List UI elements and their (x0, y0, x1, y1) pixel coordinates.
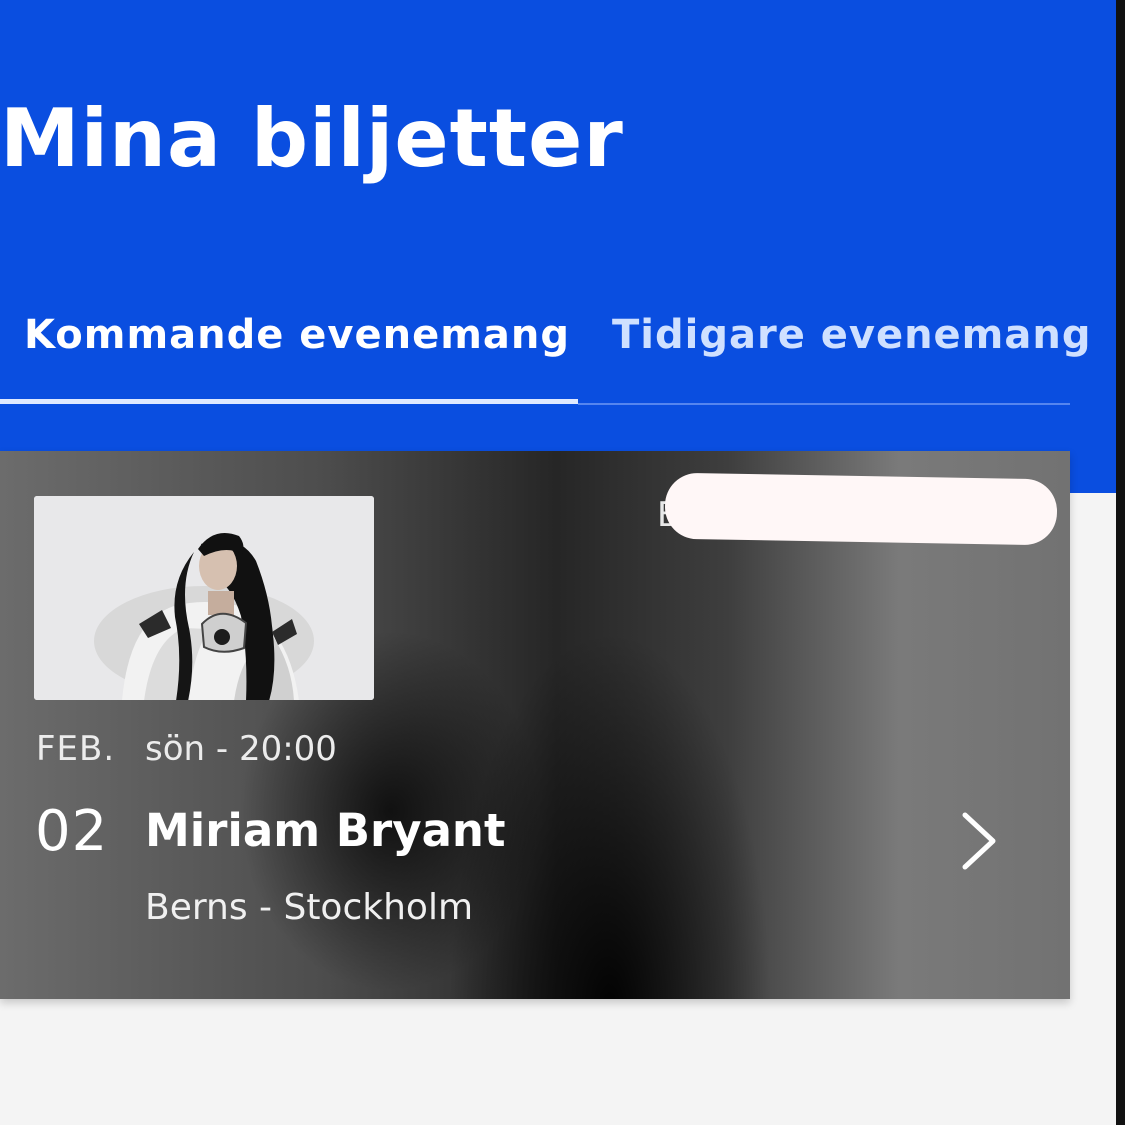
screen-edge (1116, 0, 1125, 1125)
tab-selected-indicator (0, 399, 578, 404)
tab-past-events[interactable]: Tidigare evenemang (612, 312, 1091, 358)
artist-photo-icon (34, 496, 374, 700)
event-day: 02 (35, 799, 109, 864)
redaction-mark (664, 472, 1058, 546)
tab-divider (578, 403, 1070, 405)
header: Mina biljetter Kommande evenemang Tidiga… (0, 0, 1116, 493)
event-venue: Berns - Stockholm (145, 887, 474, 928)
event-time: sön - 20:00 (145, 729, 337, 769)
app-screen: Mina biljetter Kommande evenemang Tidiga… (0, 0, 1125, 1125)
event-card[interactable]: B FEB. sön - 20:00 02 Miriam Bryant Bern… (0, 451, 1070, 999)
chevron-right-icon[interactable] (955, 809, 1003, 873)
event-title: Miriam Bryant (145, 804, 506, 857)
event-month: FEB. (36, 729, 116, 769)
page-title: Mina biljetter (0, 92, 624, 185)
tab-upcoming-events[interactable]: Kommande evenemang (24, 312, 570, 358)
event-thumbnail (34, 496, 374, 700)
